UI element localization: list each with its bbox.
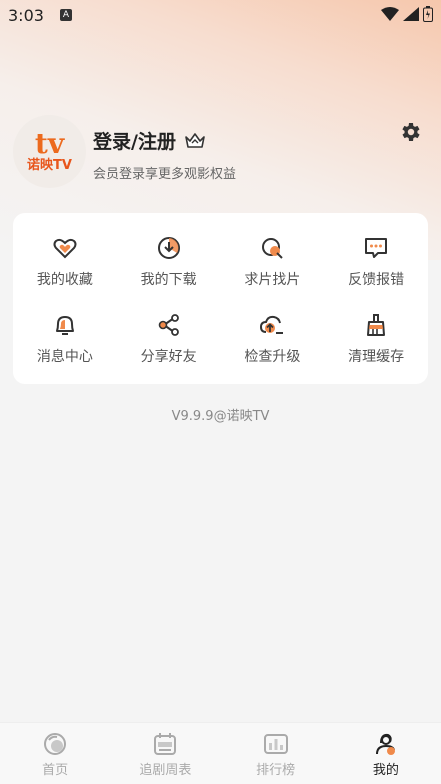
nav-schedule[interactable]: 追剧周表 <box>110 723 220 784</box>
feature-grid: 我的收藏 我的下载 求片找片 反馈报错 消息中心 分享好友 检查升级 清理缓存 <box>13 213 428 384</box>
login-title-text: 登录/注册 <box>93 131 176 153</box>
nav-label: 我的 <box>372 763 399 778</box>
menu-item-label: 消息中心 <box>36 349 93 366</box>
logo-mark: tv <box>34 126 65 160</box>
bell-icon <box>55 316 74 336</box>
upgrade-icon <box>260 316 284 335</box>
menu-item-label: 求片找片 <box>244 271 301 288</box>
clean-icon <box>367 314 386 337</box>
menu-item-label: 清理缓存 <box>348 349 405 366</box>
menu-item-messages[interactable]: 消息中心 <box>13 301 117 379</box>
menu-item-label: 我的收藏 <box>36 271 93 288</box>
menu-item-label: 我的下载 <box>140 271 197 288</box>
nav-label: 追剧周表 <box>139 763 192 778</box>
heart-icon <box>53 238 77 259</box>
menu-item-clear-cache[interactable]: 清理缓存 <box>324 301 428 379</box>
menu-item-favorites[interactable]: 我的收藏 <box>13 223 117 301</box>
nav-ranking[interactable]: 排行榜 <box>221 723 331 784</box>
menu-item-check-update[interactable]: 检查升级 <box>221 301 325 379</box>
menu-item-label: 检查升级 <box>244 349 301 366</box>
home-icon <box>44 733 67 755</box>
ranking-icon <box>263 734 288 754</box>
nav-label: 首页 <box>42 763 69 778</box>
calendar-icon <box>154 733 177 755</box>
status-bar: 3:03 A <box>0 0 441 30</box>
logo-text: 诺映TV <box>27 157 72 173</box>
menu-item-request-film[interactable]: 求片找片 <box>221 223 325 301</box>
crown-icon <box>185 132 205 148</box>
nav-home[interactable]: 首页 <box>0 723 110 784</box>
avatar[interactable]: tv 诺映TV <box>13 115 86 188</box>
bottom-nav: 首页 追剧周表 排行榜 我的 <box>0 722 441 784</box>
notification-icon: A <box>59 9 72 21</box>
signal-icon <box>403 7 419 21</box>
status-time: 3:03 <box>8 5 44 25</box>
nav-label: 排行榜 <box>256 763 296 778</box>
wifi-icon <box>381 7 399 21</box>
gear-icon[interactable] <box>398 120 422 144</box>
menu-item-share[interactable]: 分享好友 <box>117 301 221 379</box>
share-icon <box>158 314 179 337</box>
menu-item-label: 分享好友 <box>140 349 197 366</box>
profile-icon <box>375 733 395 755</box>
menu-item-label: 反馈报错 <box>348 271 405 288</box>
feedback-icon <box>365 237 388 258</box>
version-text: V9.9.9@诺映TV <box>171 409 270 424</box>
login-subtitle: 会员登录享更多观影权益 <box>93 167 237 182</box>
menu-item-downloads[interactable]: 我的下载 <box>117 223 221 301</box>
search-film-icon <box>262 237 284 259</box>
battery-icon <box>423 6 433 22</box>
menu-item-feedback[interactable]: 反馈报错 <box>324 223 428 301</box>
nav-profile[interactable]: 我的 <box>331 723 441 784</box>
login-register-link[interactable]: 登录/注册 <box>93 127 206 154</box>
profile-header: tv 诺映TV 登录/注册 会员登录享更多观影权益 <box>13 115 428 190</box>
download-icon <box>157 236 180 259</box>
